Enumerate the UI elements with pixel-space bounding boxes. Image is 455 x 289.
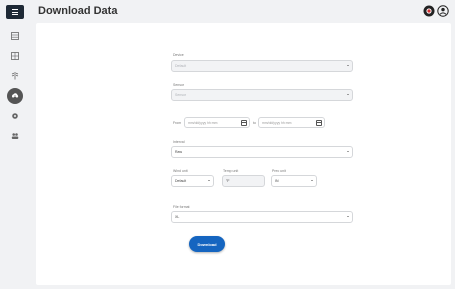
download-button[interactable]: Download: [189, 236, 225, 252]
device-value: Default: [175, 64, 187, 68]
to-date-value: mm/dd/yyyy hh:mm: [262, 121, 292, 125]
interval-select[interactable]: Raw: [171, 146, 353, 158]
prec-unit-value: IN: [275, 179, 279, 183]
interval-value: Raw: [175, 150, 183, 154]
account-icon[interactable]: [437, 4, 449, 17]
to-date-input[interactable]: mm/dd/yyyy hh:mm: [258, 117, 325, 128]
wind-unit-select[interactable]: Default: [171, 175, 214, 187]
calendar-icon[interactable]: [241, 120, 247, 126]
interval-label: Interval: [173, 140, 185, 144]
prec-unit-label: Prec unit: [272, 169, 286, 173]
wind-unit-label: Wind unit: [173, 169, 188, 173]
chevron-down-icon: [347, 216, 349, 217]
file-format-value: XL: [175, 215, 180, 219]
sensor-value: Sensor: [175, 93, 187, 97]
file-format-select[interactable]: XL: [171, 211, 353, 223]
sidebar: [0, 0, 30, 289]
temp-unit-field[interactable]: °F: [222, 175, 265, 187]
nav-sensor-icon[interactable]: [9, 70, 21, 82]
sensor-select[interactable]: Sensor: [171, 89, 353, 101]
calendar-icon[interactable]: [316, 120, 322, 126]
device-select[interactable]: Default: [171, 60, 353, 72]
to-label: to: [253, 121, 256, 125]
nav-grid-icon[interactable]: [9, 30, 21, 42]
chevron-down-icon: [208, 180, 210, 181]
page-title: Download Data: [38, 5, 118, 17]
temp-unit-value: °F: [226, 179, 230, 183]
prec-unit-select[interactable]: IN: [271, 175, 317, 187]
from-label: From: [173, 121, 182, 125]
device-label: Device: [173, 53, 184, 57]
file-format-label: File format: [173, 205, 190, 209]
from-date-value: mm/dd/yyyy hh:mm: [188, 121, 218, 125]
from-date-input[interactable]: mm/dd/yyyy hh:mm: [184, 117, 250, 128]
wind-unit-value: Default: [175, 179, 187, 183]
temp-unit-label: Temp unit: [223, 169, 239, 173]
sensor-label: Sensor: [173, 83, 185, 87]
nav-download-icon[interactable]: [7, 88, 23, 104]
chevron-down-icon: [347, 94, 349, 95]
nav-users-icon[interactable]: [9, 130, 21, 142]
menu-toggle-button[interactable]: [6, 5, 24, 19]
notification-icon[interactable]: [423, 4, 435, 17]
download-panel: Device Default Sensor Sensor From mm/dd/…: [36, 23, 451, 285]
nav-settings-icon[interactable]: [9, 110, 21, 122]
chevron-down-icon: [347, 151, 349, 152]
chevron-down-icon: [347, 65, 349, 66]
nav-dashboard-icon[interactable]: [9, 50, 21, 62]
chevron-down-icon: [311, 180, 313, 181]
